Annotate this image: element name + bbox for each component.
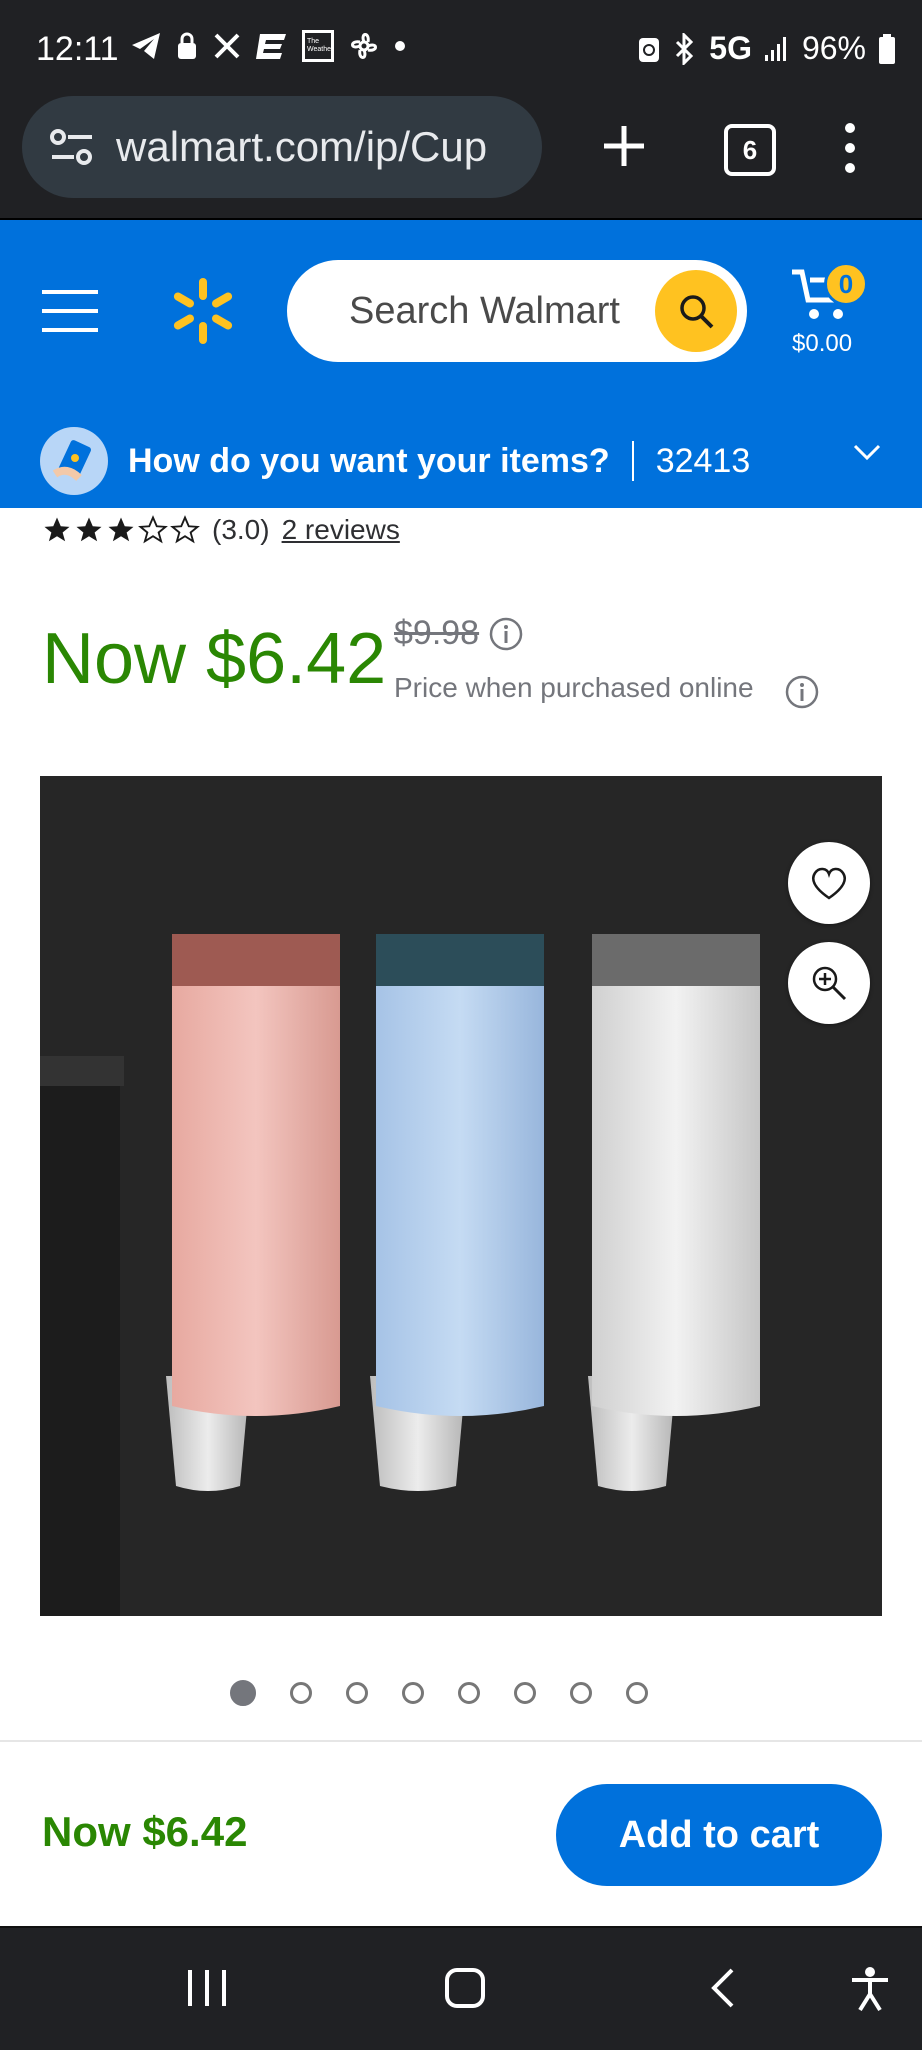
plus-icon — [604, 126, 644, 166]
delivery-icon — [40, 427, 108, 495]
notification-icons: The Weather — [130, 30, 406, 62]
info-icon[interactable] — [488, 616, 524, 652]
search-bar[interactable] — [287, 260, 747, 362]
current-price: Now $6.42 — [42, 619, 387, 699]
zip-code: 32413 — [655, 441, 751, 480]
system-navigation-bar — [0, 1926, 922, 2050]
search-icon — [680, 295, 714, 329]
cart-count-badge: 0 — [824, 262, 868, 306]
star-icon — [76, 517, 102, 542]
status-bar: 12:11 The Weather 5G 96% — [0, 0, 922, 100]
was-price: $9.98 — [394, 614, 480, 652]
svg-text:Weather: Weather — [307, 46, 334, 53]
star-rating — [42, 515, 200, 545]
status-time: 12:11 — [36, 30, 119, 68]
lock-icon — [178, 32, 196, 59]
bluetooth-icon — [676, 32, 694, 65]
svg-text:The: The — [307, 38, 319, 45]
dot-icon — [395, 41, 405, 51]
weather-channel-icon: TheWeather — [302, 30, 334, 62]
battery-saver-icon — [639, 37, 660, 62]
site-settings-icon[interactable] — [40, 127, 104, 167]
home-icon[interactable] — [444, 1966, 486, 2010]
walmart-spark-icon[interactable] — [168, 276, 238, 346]
search-input[interactable] — [347, 288, 671, 334]
battery-percent: 96% — [801, 30, 866, 66]
zoom-in-icon — [812, 966, 847, 1001]
signal-icon — [764, 36, 786, 61]
info-icon[interactable] — [784, 674, 820, 710]
new-tab-button[interactable] — [594, 116, 654, 176]
back-icon[interactable] — [708, 1966, 738, 2010]
add-to-cart-button[interactable]: Add to cart — [556, 1784, 882, 1886]
zoom-button[interactable] — [788, 942, 870, 1024]
delivery-selector[interactable]: How do you want your items? 32413 — [0, 416, 922, 506]
carousel-dot[interactable] — [230, 1680, 256, 1706]
heart-icon — [812, 867, 846, 900]
search-button[interactable] — [655, 270, 737, 352]
star-icon — [170, 515, 200, 544]
address-bar[interactable]: walmart.com/ip/Cup — [22, 96, 542, 198]
rating-value: (3.0) — [212, 514, 270, 545]
favorite-button[interactable] — [788, 842, 870, 924]
chevron-down-icon[interactable] — [852, 442, 882, 462]
delivery-question: How do you want your items? — [128, 441, 610, 480]
recents-icon[interactable] — [186, 1966, 228, 2010]
carousel-dot[interactable] — [402, 1682, 424, 1704]
tabs-icon[interactable]: 6 — [724, 124, 776, 176]
product-image[interactable] — [40, 776, 882, 1616]
system-indicators: 5G 96% — [637, 30, 896, 67]
carousel-dot[interactable] — [290, 1682, 312, 1704]
hamburger-icon[interactable] — [42, 286, 98, 336]
reviews-link[interactable]: 2 reviews — [282, 514, 400, 546]
star-icon — [108, 517, 134, 542]
image-carousel-dots[interactable] — [230, 1680, 648, 1706]
tools-icon — [214, 33, 240, 59]
star-icon — [138, 515, 168, 544]
cart-total: $0.00 — [792, 330, 853, 357]
carousel-dot[interactable] — [514, 1682, 536, 1704]
e-icon — [256, 34, 286, 59]
url-text[interactable]: walmart.com/ip/Cup — [116, 123, 487, 171]
network-type: 5G — [709, 30, 752, 66]
delivery-divider — [631, 441, 634, 481]
price-note: Price when purchased online — [394, 672, 754, 703]
battery-icon — [879, 33, 895, 64]
carousel-dot[interactable] — [570, 1682, 592, 1704]
carousel-dot[interactable] — [626, 1682, 648, 1704]
star-icon — [44, 517, 70, 542]
more-menu-icon[interactable] — [838, 118, 862, 178]
carousel-dot[interactable] — [346, 1682, 368, 1704]
rating-row: (3.0) 2 reviews — [42, 514, 400, 546]
fan-icon — [351, 33, 377, 59]
sticky-price: Now $6.42 — [42, 1808, 248, 1855]
accessibility-icon[interactable] — [850, 1966, 890, 2012]
carousel-dot[interactable] — [458, 1682, 480, 1704]
tab-count: 6 — [742, 134, 758, 165]
telegram-icon — [132, 33, 160, 59]
